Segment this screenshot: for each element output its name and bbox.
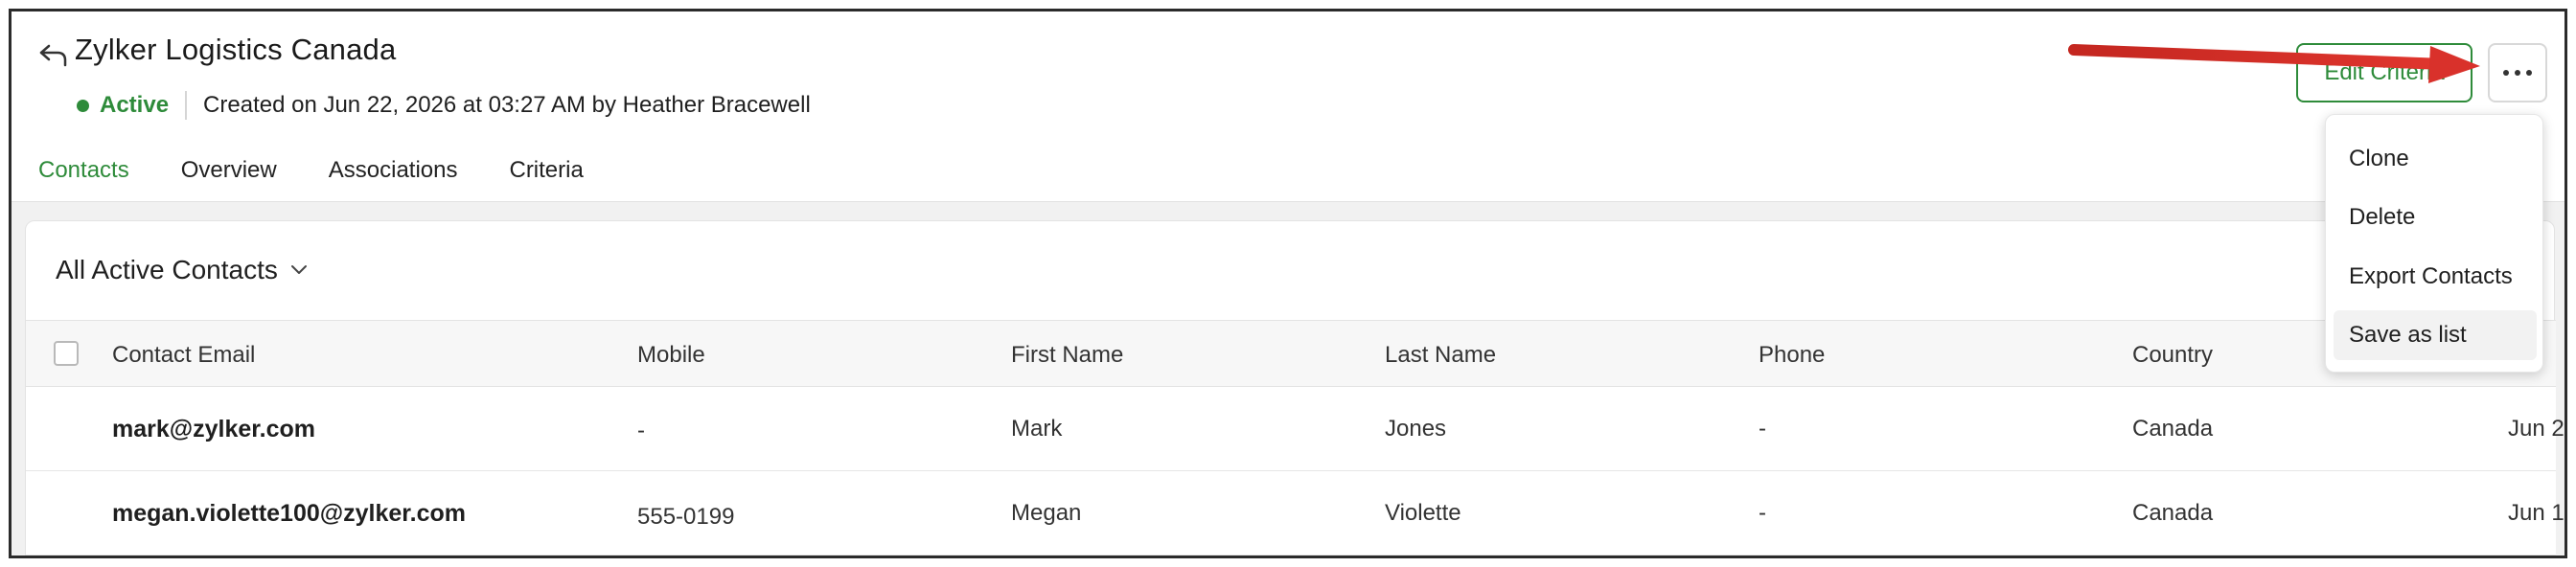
menu-item-save-as-list[interactable]: Save as list bbox=[2334, 310, 2537, 360]
status-row: Active Created on Jun 22, 2026 at 03:27 … bbox=[77, 91, 811, 120]
first-name-cell: Mark bbox=[1011, 416, 1063, 442]
contact-email[interactable]: mark@zylker.com bbox=[112, 416, 315, 443]
mobile-cell: 555-0199 bbox=[637, 504, 735, 530]
created-info: Created on Jun 22, 2026 at 03:27 AM by H… bbox=[203, 92, 811, 118]
phone-cell: - bbox=[1759, 416, 1766, 442]
chevron-down-icon bbox=[290, 265, 307, 274]
more-dot bbox=[2515, 70, 2520, 76]
table-row[interactable]: megan.violette100@zylker.com 555-0199 Me… bbox=[26, 471, 2564, 556]
table-header: Contact Email Mobile First Name Last Nam… bbox=[26, 320, 2556, 387]
more-horizontal-icon bbox=[2503, 70, 2509, 76]
date-cell: Jun 2 bbox=[2508, 416, 2564, 442]
more-dot bbox=[2526, 70, 2532, 76]
column-header-contact-email[interactable]: Contact Email bbox=[112, 342, 255, 369]
mobile-cell: - bbox=[637, 418, 645, 443]
column-header-mobile[interactable]: Mobile bbox=[637, 342, 705, 369]
select-all-checkbox[interactable] bbox=[54, 341, 79, 366]
country-cell: Canada bbox=[2132, 500, 2214, 526]
contact-email[interactable]: megan.violette100@zylker.com bbox=[112, 500, 466, 528]
more-options-button[interactable] bbox=[2488, 43, 2547, 102]
menu-item-clone[interactable]: Clone bbox=[2334, 134, 2537, 184]
first-name-cell: Megan bbox=[1011, 500, 1082, 526]
menu-item-export-contacts[interactable]: Export Contacts bbox=[2334, 252, 2537, 302]
app-window: Zylker Logistics Canada Active Created o… bbox=[9, 9, 2567, 558]
back-arrow-icon[interactable] bbox=[36, 40, 69, 69]
column-header-phone[interactable]: Phone bbox=[1759, 342, 1825, 369]
divider bbox=[185, 91, 188, 120]
date-cell: Jun 1 bbox=[2508, 500, 2564, 526]
more-options-menu: Clone Delete Export Contacts Save as lis… bbox=[2325, 114, 2543, 373]
menu-item-delete[interactable]: Delete bbox=[2334, 193, 2537, 242]
view-selector-label: All Active Contacts bbox=[56, 255, 278, 284]
status-badge: Active bbox=[100, 92, 170, 118]
page-title: Zylker Logistics Canada bbox=[75, 33, 397, 66]
country-cell: Canada bbox=[2132, 416, 2214, 442]
table-row[interactable]: mark@zylker.com - Mark Jones - Canada Ju… bbox=[26, 387, 2564, 471]
column-header-first-name[interactable]: First Name bbox=[1011, 342, 1123, 369]
edit-criteria-button[interactable]: Edit Criteria bbox=[2296, 43, 2472, 102]
status-dot bbox=[77, 99, 89, 112]
view-selector[interactable]: All Active Contacts bbox=[56, 255, 309, 285]
last-name-cell: Violette bbox=[1385, 500, 1461, 526]
last-name-cell: Jones bbox=[1385, 416, 1447, 442]
phone-cell: - bbox=[1759, 500, 1766, 526]
column-header-last-name[interactable]: Last Name bbox=[1385, 342, 1496, 369]
column-header-country[interactable]: Country bbox=[2132, 342, 2213, 369]
